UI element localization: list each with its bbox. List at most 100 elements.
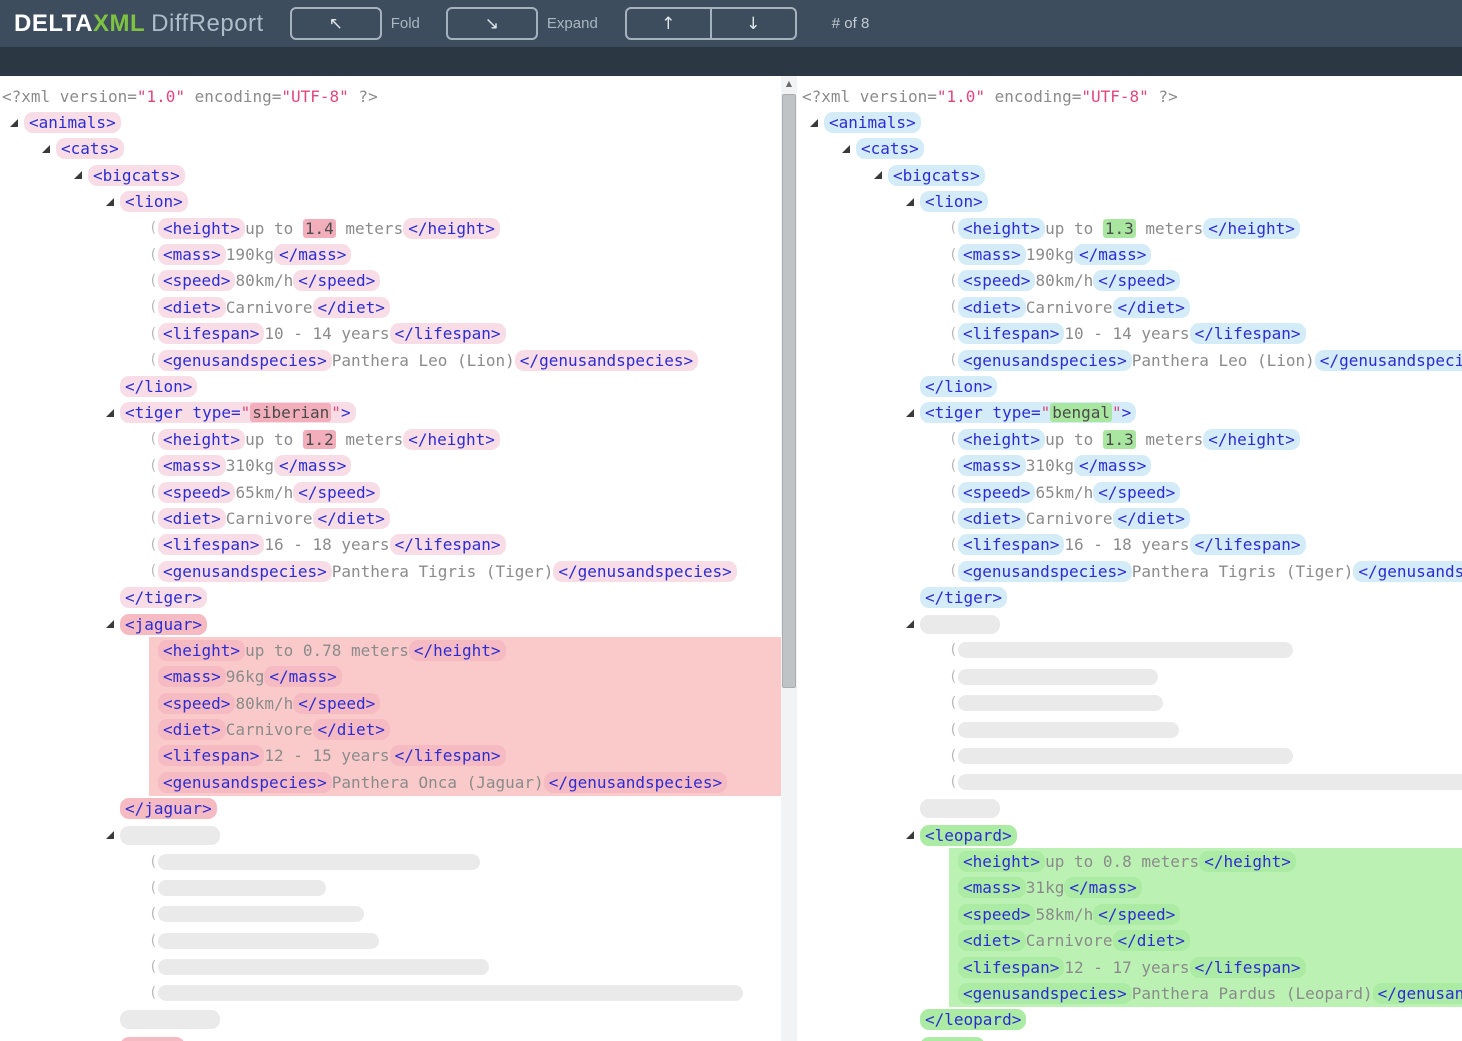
folded-content-placeholder[interactable]: [158, 880, 326, 896]
folded-tag-placeholder[interactable]: [120, 1010, 220, 1029]
fold-handle-icon[interactable]: (: [149, 326, 158, 342]
fold-handle-icon[interactable]: (: [149, 299, 158, 315]
fold-handle-icon[interactable]: (: [149, 985, 158, 1001]
right-document-pane: <?xml version="1.0" encoding="UTF-8" ?><…: [800, 76, 1462, 1041]
fold-handle-icon[interactable]: (: [949, 510, 958, 526]
fold-handle-icon[interactable]: (: [949, 642, 958, 658]
fold-handle-icon[interactable]: (: [949, 563, 958, 579]
vertical-scrollbar[interactable]: ▲: [781, 76, 797, 1041]
fold-handle-icon[interactable]: (: [949, 458, 958, 474]
xml-row: [2, 1007, 781, 1033]
xml-tag: <lifespan>: [158, 745, 264, 766]
fold-handle-icon[interactable]: (: [149, 563, 158, 579]
xml-row: </tiger>: [802, 584, 1462, 610]
fold-handle-icon[interactable]: (: [149, 247, 158, 263]
folded-content-placeholder[interactable]: [958, 695, 1163, 711]
xml-row: <speed>58km/h</speed>: [802, 901, 1462, 927]
expand-triangle-icon[interactable]: [906, 409, 920, 417]
xml-text: 96kg: [226, 667, 265, 686]
fold-handle-icon[interactable]: (: [149, 273, 158, 289]
xml-row: (<speed>80km/h</speed>: [2, 268, 781, 294]
fold-handle-icon[interactable]: (: [149, 933, 158, 949]
fold-handle-icon[interactable]: (: [149, 352, 158, 368]
xml-row: (<genusandspecies>Panthera Tigris (Tiger…: [802, 558, 1462, 584]
xml-text: 65km/h: [235, 483, 293, 502]
expand-triangle-icon[interactable]: [10, 119, 24, 127]
xml-text: Carnivore: [1026, 931, 1113, 950]
xml-row: (<genusandspecies>Panthera Tigris (Tiger…: [2, 558, 781, 584]
folded-content-placeholder[interactable]: [958, 722, 1179, 738]
expand-triangle-icon[interactable]: [42, 145, 56, 153]
xml-tag: <genusandspecies>: [958, 983, 1132, 1004]
expand-triangle-icon[interactable]: [106, 198, 120, 206]
folded-content-placeholder[interactable]: [958, 748, 1293, 764]
fold-handle-icon[interactable]: (: [949, 352, 958, 368]
fold-button[interactable]: ↖: [290, 7, 382, 40]
changed-block: <diet>Carnivore</diet>: [949, 928, 1462, 954]
fold-handle-icon[interactable]: (: [149, 906, 158, 922]
next-change-button[interactable]: ↓: [710, 7, 797, 40]
expand-triangle-icon[interactable]: [842, 145, 856, 153]
fold-handle-icon[interactable]: (: [149, 458, 158, 474]
fold-handle-icon[interactable]: (: [949, 537, 958, 553]
expand-triangle-icon[interactable]: [106, 620, 120, 628]
fold-handle-icon[interactable]: (: [949, 695, 958, 711]
fold-handle-icon[interactable]: (: [949, 220, 958, 236]
fold-handle-icon[interactable]: (: [949, 484, 958, 500]
fold-handle-icon[interactable]: (: [949, 326, 958, 342]
xml-tag: </speed>: [1093, 270, 1180, 291]
fold-handle-icon[interactable]: (: [949, 247, 958, 263]
expand-button[interactable]: ↘: [446, 7, 538, 40]
folded-content-placeholder[interactable]: [958, 669, 1158, 685]
fold-handle-icon[interactable]: (: [949, 299, 958, 315]
fold-handle-icon[interactable]: (: [149, 537, 158, 553]
xml-tag-changed: <jaguar>: [120, 614, 207, 635]
xml-row: (<height>up to 1.2 meters</height>: [2, 426, 781, 452]
fold-handle-icon[interactable]: (: [149, 854, 158, 870]
expand-triangle-icon[interactable]: [906, 198, 920, 206]
expand-triangle-icon[interactable]: [106, 831, 120, 839]
fold-handle-icon[interactable]: (: [149, 510, 158, 526]
folded-content-placeholder[interactable]: [158, 933, 379, 949]
fold-handle-icon[interactable]: (: [149, 880, 158, 896]
xml-tag: </lifespan>: [390, 323, 506, 344]
expand-triangle-icon[interactable]: [74, 171, 88, 179]
fold-handle-icon[interactable]: (: [149, 431, 158, 447]
changed-block: <mass>96kg</mass>: [149, 664, 781, 690]
xml-row: (<height>up to 1.3 meters</height>: [802, 426, 1462, 452]
fold-handle-icon[interactable]: (: [949, 722, 958, 738]
xml-row: (<genusandspecies>Panthera Leo (Lion)</g…: [802, 347, 1462, 373]
fold-handle-icon[interactable]: (: [949, 273, 958, 289]
changed-tag-placeholder[interactable]: [120, 1037, 185, 1041]
expand-triangle-icon[interactable]: [106, 409, 120, 417]
folded-content-placeholder[interactable]: [158, 959, 489, 975]
folded-content-placeholder[interactable]: [158, 906, 364, 922]
expand-triangle-icon[interactable]: [874, 171, 888, 179]
changed-value: siberian: [250, 403, 331, 422]
folded-content-placeholder[interactable]: [158, 854, 480, 870]
xml-row: <height>up to 0.8 meters</height>: [802, 848, 1462, 874]
folded-tag-placeholder[interactable]: [920, 799, 1000, 818]
expand-triangle-icon[interactable]: [906, 831, 920, 839]
fold-handle-icon[interactable]: (: [149, 220, 158, 236]
xml-row: (: [2, 928, 781, 954]
folded-tag-placeholder[interactable]: [920, 615, 1000, 634]
xml-text: encoding=: [985, 87, 1081, 106]
changed-tag-placeholder[interactable]: [920, 1037, 985, 1041]
fold-handle-icon[interactable]: (: [949, 748, 958, 764]
fold-handle-icon[interactable]: (: [149, 959, 158, 975]
xml-tag: </lifespan>: [1190, 323, 1306, 344]
scrollbar-thumb[interactable]: [782, 94, 796, 688]
folded-tag-placeholder[interactable]: [120, 826, 220, 845]
fold-handle-icon[interactable]: (: [149, 484, 158, 500]
expand-triangle-icon[interactable]: [906, 620, 920, 628]
previous-change-button[interactable]: ↑: [625, 7, 712, 40]
expand-triangle-icon[interactable]: [810, 119, 824, 127]
folded-content-placeholder[interactable]: [958, 642, 1293, 658]
fold-handle-icon[interactable]: (: [949, 431, 958, 447]
folded-content-placeholder[interactable]: [158, 985, 743, 1001]
fold-handle-icon[interactable]: (: [949, 669, 958, 685]
fold-handle-icon[interactable]: (: [949, 774, 958, 790]
folded-content-placeholder[interactable]: [958, 774, 1462, 790]
scrollbar-up-button[interactable]: ▲: [781, 76, 797, 91]
